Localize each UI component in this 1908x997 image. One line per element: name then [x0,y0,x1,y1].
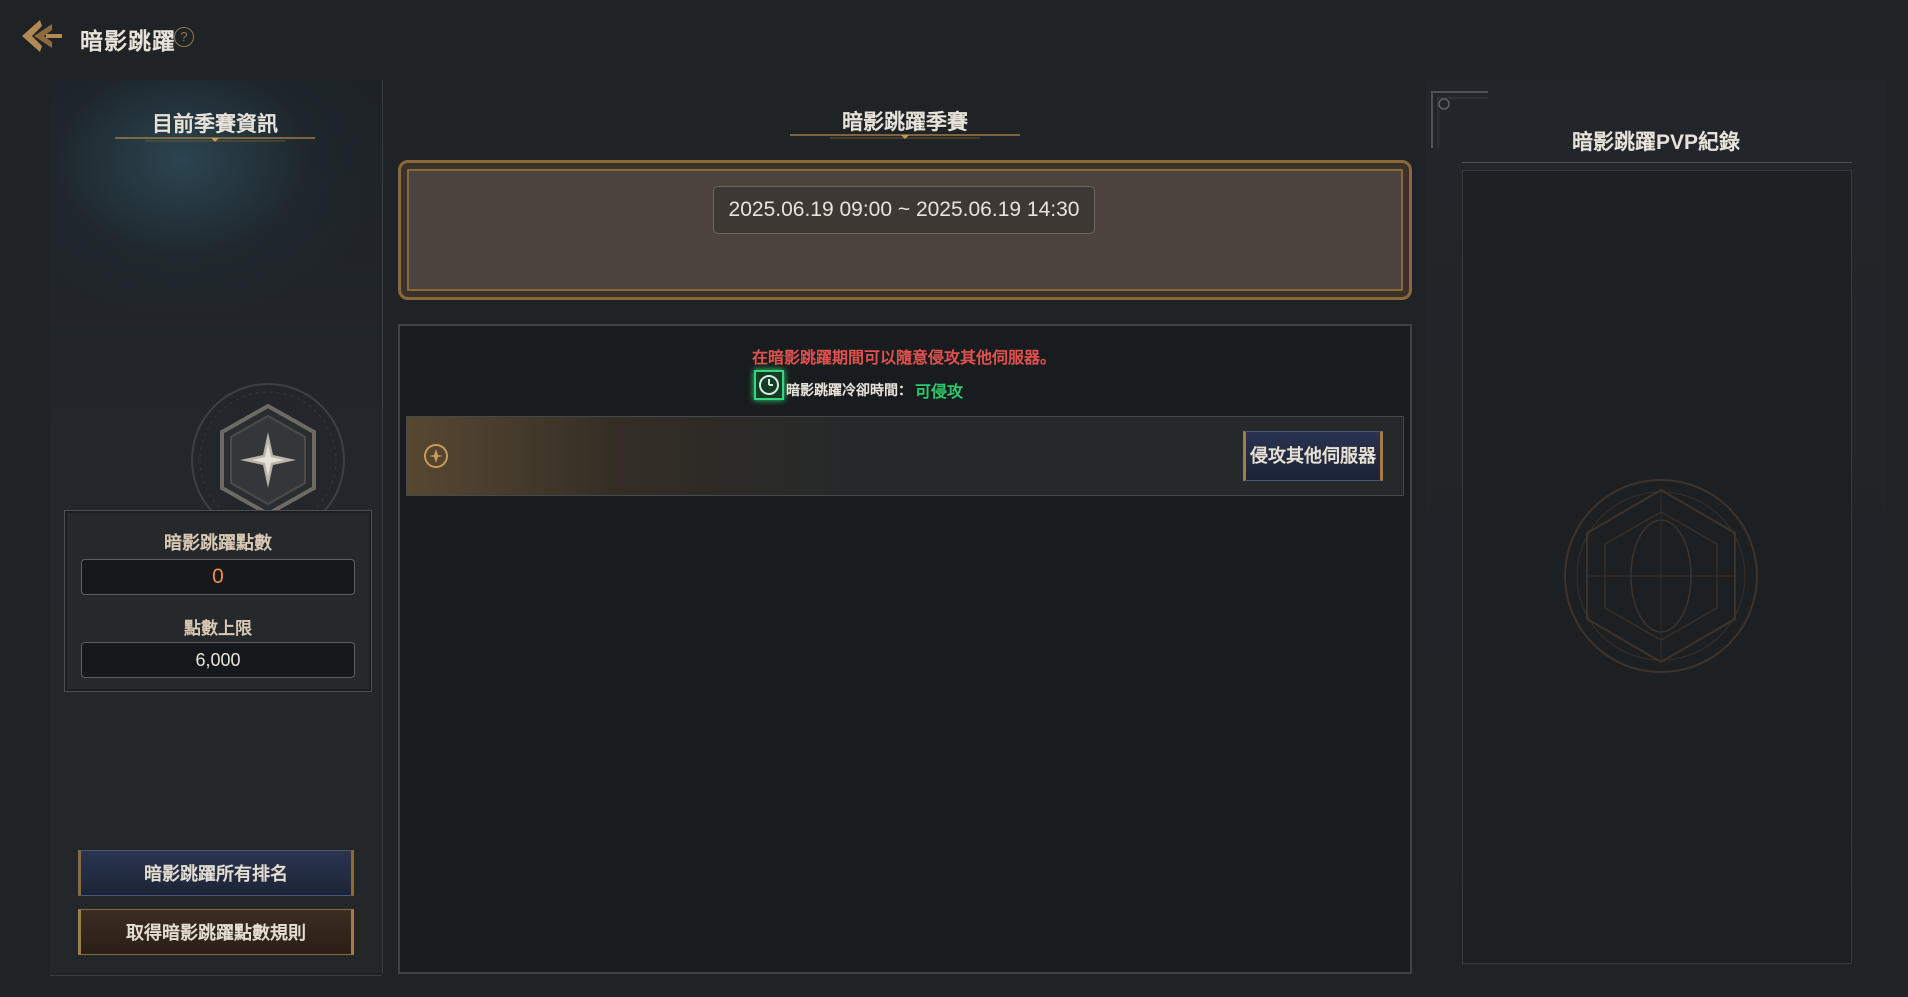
points-value: 0 [81,559,355,595]
season-period: 2025.06.19 09:00 ~ 2025.06.19 14:30 [713,186,1095,234]
pvp-record-title: 暗影跳躍PVP紀錄 [1571,131,1741,154]
invade-other-server-button[interactable]: 侵攻其他伺服器 [1243,431,1383,481]
points-limit-label: 點數上限 [184,619,252,638]
question-circle-icon[interactable]: ? [174,27,194,47]
watermark-emblem-icon [1564,479,1758,673]
points-rules-button[interactable]: 取得暗影跳躍點數規則 [78,909,354,955]
header-bar: 暗影跳躍 ? [0,0,1908,78]
page-title: 暗影跳躍 [80,28,176,54]
pvp-record-panel: 暗影跳躍PVP紀錄 [1426,80,1886,973]
cooldown-icon [754,370,784,400]
points-label: 暗影跳躍點數 [164,533,272,553]
points-limit-value: 6,000 [81,642,355,678]
title-ornament [115,137,315,142]
footer-divider [50,975,382,976]
title-ornament [790,134,1020,139]
back-button[interactable] [18,14,66,58]
pvp-record-list [1462,170,1852,964]
server-row: 侵攻其他伺服器 [406,416,1404,496]
title-divider [1462,162,1852,163]
server-banner-art [407,417,737,495]
server-crest-icon [424,444,448,468]
all-rankings-button[interactable]: 暗影跳躍所有排名 [78,850,354,896]
cooldown-label: 暗影跳躍冷卻時間： [786,382,912,398]
season-info-panel: 目前季賽資訊 暗影跳躍點數 0 點數上限 6,000 暗影跳躍所有排名 取得暗影… [50,80,383,973]
back-arrow-icon [22,20,62,52]
points-summary-box: 暗影跳躍點數 0 點數上限 6,000 [64,510,372,692]
cooldown-status: 可侵攻 [915,384,964,401]
